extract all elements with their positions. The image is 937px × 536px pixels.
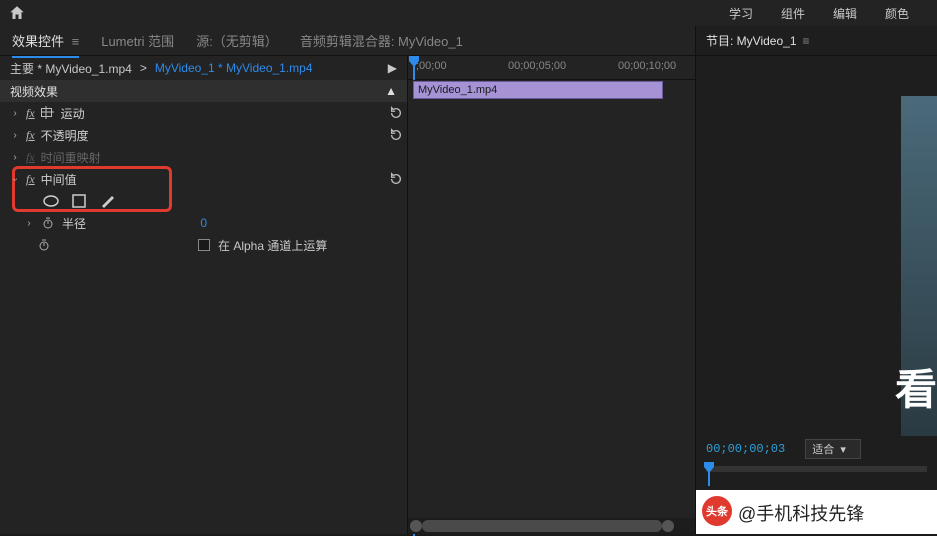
play-only-icon[interactable]: ▶ (388, 61, 397, 75)
monitor-playhead[interactable] (708, 462, 710, 486)
prop-radius[interactable]: › 半径 0 (0, 212, 407, 234)
twirl-icon[interactable]: › (24, 218, 34, 229)
clip-link-icon: > (140, 61, 147, 75)
twirl-icon[interactable]: › (10, 152, 20, 163)
checkbox-alpha[interactable] (198, 239, 210, 251)
tab-effect-controls[interactable]: 效果控件 ≡ (12, 31, 79, 58)
tick-label: ;00;00 (416, 60, 447, 72)
reset-icon[interactable] (389, 128, 403, 142)
panel-menu-icon[interactable]: ≡ (803, 34, 810, 48)
reset-icon[interactable] (389, 106, 403, 120)
fx-time-remap[interactable]: › fx 时间重映射 (0, 146, 407, 168)
fx-time-remap-label: 时间重映射 (41, 149, 101, 166)
workspace-tab-assembly[interactable]: 组件 (781, 5, 805, 22)
twirl-icon[interactable]: › (10, 130, 20, 141)
tick-label: 00;00;05;00 (508, 60, 566, 72)
fx-badge-icon[interactable]: fx (26, 128, 35, 143)
watermark: 头条 @手机科技先锋 (696, 490, 937, 534)
monitor-timeline[interactable] (696, 462, 937, 490)
prop-radius-label: 半径 (62, 215, 86, 232)
timeline-scrollbar[interactable] (408, 518, 695, 534)
scrollbar-cap-left[interactable] (410, 520, 422, 532)
pen-mask-icon[interactable] (98, 194, 116, 208)
watermark-logo: 头条 (702, 496, 732, 526)
prop-alpha-label: 在 Alpha 通道上运算 (218, 237, 327, 254)
tab-audio-mixer[interactable]: 音频剪辑混合器: MyVideo_1 (300, 31, 463, 50)
fx-median-label: 中间值 (41, 171, 77, 188)
rectangle-mask-icon[interactable] (70, 194, 88, 208)
twirl-icon[interactable]: › (10, 174, 21, 184)
timecode[interactable]: 00;00;00;03 (706, 442, 785, 456)
fx-motion[interactable]: › fx 运动 (0, 102, 407, 124)
prop-alpha-operate[interactable]: 在 Alpha 通道上运算 (0, 234, 407, 256)
collapse-icon[interactable]: ▲ (385, 84, 397, 98)
workspace-tabs: 学习 组件 编辑 颜色 (729, 5, 929, 22)
program-tab[interactable]: 节目: MyVideo_1 (706, 32, 797, 49)
scrollbar-cap-right[interactable] (662, 520, 674, 532)
video-overlay-text: 看 (895, 356, 937, 417)
section-video-effects-label: 视频效果 (10, 83, 58, 100)
mask-tools (0, 190, 407, 212)
effect-timeline-ruler[interactable]: ;00;00 00;00;05;00 00;00;10;00 (408, 56, 695, 80)
sequence-clip-label[interactable]: MyVideo_1 * MyVideo_1.mp4 (155, 61, 313, 75)
home-icon[interactable] (8, 4, 26, 22)
fx-opacity-label: 不透明度 (41, 127, 89, 144)
reset-icon[interactable] (389, 172, 403, 186)
ellipse-mask-icon[interactable] (42, 194, 60, 208)
stopwatch-icon[interactable] (42, 217, 54, 229)
section-video-effects[interactable]: 视频效果 ▲ (0, 80, 407, 102)
fx-badge-icon[interactable]: fx (26, 172, 35, 187)
clip-bar: MyVideo_1.mp4 (408, 80, 695, 100)
master-clip-label[interactable]: 主要 * MyVideo_1.mp4 (10, 60, 132, 77)
motion-transform-icon[interactable] (41, 106, 55, 120)
keyframe-area[interactable] (408, 100, 695, 518)
program-monitor[interactable]: 看 (696, 56, 937, 436)
fx-badge-icon[interactable]: fx (26, 150, 35, 165)
clip-segment[interactable]: MyVideo_1.mp4 (413, 81, 663, 99)
fx-badge-icon[interactable]: fx (26, 106, 35, 121)
workspace-tab-editing[interactable]: 编辑 (833, 5, 857, 22)
workspace-tab-learn[interactable]: 学习 (729, 5, 753, 22)
fx-median[interactable]: › fx 中间值 (0, 168, 407, 190)
fx-motion-label: 运动 (61, 105, 85, 122)
tab-source[interactable]: 源:（无剪辑） (196, 31, 278, 50)
watermark-text: @手机科技先锋 (738, 500, 864, 526)
prop-radius-value[interactable]: 0 (200, 216, 207, 230)
fx-opacity[interactable]: › fx 不透明度 (0, 124, 407, 146)
zoom-select[interactable]: 适合 ▾ (805, 439, 861, 459)
scrollbar-thumb[interactable] (422, 520, 662, 532)
twirl-icon[interactable]: › (10, 108, 20, 119)
tick-label: 00;00;10;00 (618, 60, 676, 72)
workspace-tab-color[interactable]: 颜色 (885, 5, 909, 22)
tab-lumetri-scopes[interactable]: Lumetri 范围 (101, 31, 174, 50)
